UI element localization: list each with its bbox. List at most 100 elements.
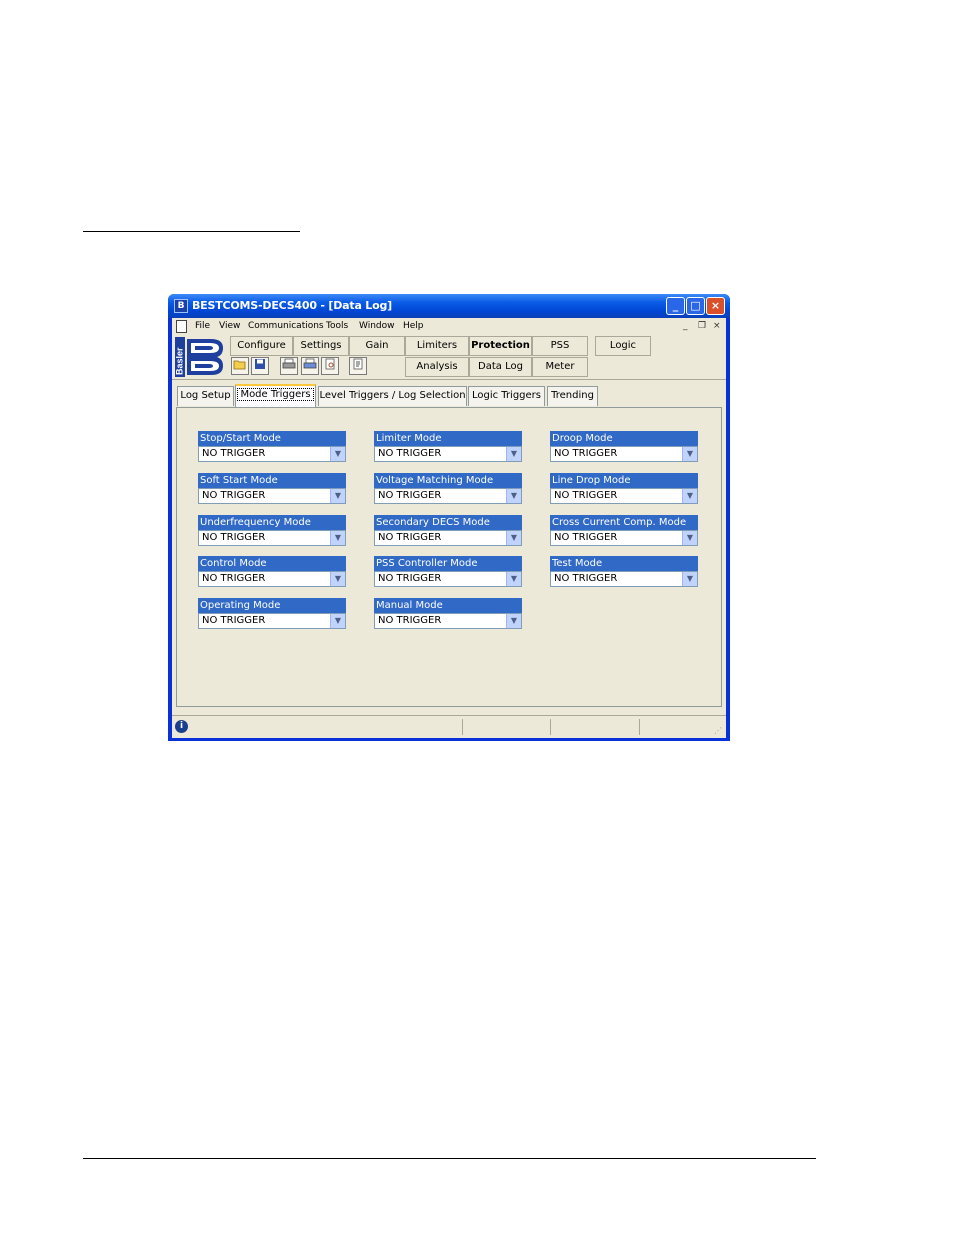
trigger-select[interactable]: NO TRIGGER ▼: [550, 446, 698, 462]
chevron-down-icon[interactable]: ▼: [682, 531, 697, 545]
field-manual-mode: Manual Mode NO TRIGGER ▼: [374, 598, 522, 629]
trigger-select[interactable]: NO TRIGGER ▼: [374, 488, 522, 504]
chevron-down-icon[interactable]: ▼: [506, 572, 521, 586]
nav-logic[interactable]: Logic: [595, 336, 651, 356]
menu-communications[interactable]: Communications: [248, 321, 324, 331]
info-icon[interactable]: i: [175, 720, 188, 733]
app-window: B BESTCOMS-DECS400 - [Data Log] _ □ × Fi…: [168, 294, 730, 741]
nav-protection[interactable]: Protection: [469, 336, 532, 356]
field-label: Control Mode: [198, 556, 346, 571]
field-label: Stop/Start Mode: [198, 431, 346, 446]
field-label: Cross Current Comp. Mode: [550, 515, 698, 530]
notes-icon[interactable]: [349, 357, 367, 375]
document-icon[interactable]: [176, 320, 187, 333]
field-cross-current-comp-mode: Cross Current Comp. Mode NO TRIGGER ▼: [550, 515, 698, 546]
trigger-select[interactable]: NO TRIGGER ▼: [374, 571, 522, 587]
trigger-select[interactable]: NO TRIGGER ▼: [198, 446, 346, 462]
field-underfrequency-mode: Underfrequency Mode NO TRIGGER ▼: [198, 515, 346, 546]
mdi-close-icon[interactable]: ×: [713, 321, 721, 331]
tab-logic-triggers[interactable]: Logic Triggers: [468, 386, 545, 406]
save-icon[interactable]: [251, 357, 269, 375]
nav-configure[interactable]: Configure: [230, 336, 293, 356]
status-divider: [639, 719, 640, 735]
mdi-restore-icon[interactable]: ❐: [698, 321, 706, 331]
trigger-select[interactable]: NO TRIGGER ▼: [550, 571, 698, 587]
client-area: File View Communications Tools Window He…: [172, 318, 726, 738]
trigger-select[interactable]: NO TRIGGER ▼: [198, 488, 346, 504]
open-folder-icon[interactable]: [231, 357, 249, 375]
chevron-down-icon[interactable]: ▼: [330, 531, 345, 545]
field-label: Line Drop Mode: [550, 473, 698, 488]
print-icon[interactable]: [280, 357, 298, 375]
field-label: Secondary DECS Mode: [374, 515, 522, 530]
select-value: NO TRIGGER: [554, 448, 618, 459]
chevron-down-icon[interactable]: ▼: [506, 447, 521, 461]
field-limiter-mode: Limiter Mode NO TRIGGER ▼: [374, 431, 522, 462]
nav-pss[interactable]: PSS: [532, 336, 588, 356]
field-label: Manual Mode: [374, 598, 522, 613]
select-value: NO TRIGGER: [202, 615, 266, 626]
resize-grip-icon[interactable]: ⋰: [714, 726, 724, 736]
nav-data-log[interactable]: Data Log: [469, 357, 532, 377]
tab-mode-triggers[interactable]: Mode Triggers: [235, 384, 316, 407]
select-value: NO TRIGGER: [378, 490, 442, 501]
close-button[interactable]: ×: [706, 297, 725, 315]
chevron-down-icon[interactable]: ▼: [506, 531, 521, 545]
field-operating-mode: Operating Mode NO TRIGGER ▼: [198, 598, 346, 629]
menu-tools[interactable]: Tools: [326, 321, 348, 331]
trigger-select[interactable]: NO TRIGGER ▼: [198, 613, 346, 629]
minimize-button[interactable]: _: [666, 297, 685, 315]
field-label: Underfrequency Mode: [198, 515, 346, 530]
preview-icon[interactable]: [321, 357, 339, 375]
trigger-select[interactable]: NO TRIGGER ▼: [198, 571, 346, 587]
trigger-select[interactable]: NO TRIGGER ▼: [198, 530, 346, 546]
menu-window[interactable]: Window: [359, 321, 395, 331]
trigger-select[interactable]: NO TRIGGER ▼: [374, 613, 522, 629]
select-value: NO TRIGGER: [202, 573, 266, 584]
field-test-mode: Test Mode NO TRIGGER ▼: [550, 556, 698, 587]
menu-view[interactable]: View: [219, 321, 240, 331]
chevron-down-icon[interactable]: ▼: [682, 572, 697, 586]
nav-gain[interactable]: Gain: [349, 336, 405, 356]
menu-file[interactable]: File: [195, 321, 210, 331]
select-value: NO TRIGGER: [202, 490, 266, 501]
chevron-down-icon[interactable]: ▼: [506, 614, 521, 628]
mode-triggers-panel: Stop/Start Mode NO TRIGGER ▼ Limiter Mode…: [176, 407, 722, 707]
field-stop-start-mode: Stop/Start Mode NO TRIGGER ▼: [198, 431, 346, 462]
tab-trending[interactable]: Trending: [547, 386, 598, 406]
nav-analysis[interactable]: Analysis: [405, 357, 469, 377]
select-value: NO TRIGGER: [378, 448, 442, 459]
print-preview-icon[interactable]: [301, 357, 319, 375]
mdi-minimize-icon[interactable]: _: [683, 321, 688, 331]
tab-log-setup[interactable]: Log Setup: [177, 386, 234, 406]
chevron-down-icon[interactable]: ▼: [330, 447, 345, 461]
field-pss-controller-mode: PSS Controller Mode NO TRIGGER ▼: [374, 556, 522, 587]
select-value: NO TRIGGER: [378, 615, 442, 626]
chevron-down-icon[interactable]: ▼: [506, 489, 521, 503]
basler-logo: Basler: [175, 337, 223, 377]
field-soft-start-mode: Soft Start Mode NO TRIGGER ▼: [198, 473, 346, 504]
field-droop-mode: Droop Mode NO TRIGGER ▼: [550, 431, 698, 462]
maximize-button[interactable]: □: [686, 297, 705, 315]
nav-settings[interactable]: Settings: [293, 336, 349, 356]
chevron-down-icon[interactable]: ▼: [682, 489, 697, 503]
chevron-down-icon[interactable]: ▼: [330, 489, 345, 503]
tab-level-triggers[interactable]: Level Triggers / Log Selection: [318, 386, 467, 406]
trigger-select[interactable]: NO TRIGGER ▼: [374, 446, 522, 462]
chevron-down-icon[interactable]: ▼: [330, 572, 345, 586]
select-value: NO TRIGGER: [378, 573, 442, 584]
field-voltage-matching-mode: Voltage Matching Mode NO TRIGGER ▼: [374, 473, 522, 504]
nav-meter[interactable]: Meter: [532, 357, 588, 377]
field-label: PSS Controller Mode: [374, 556, 522, 571]
chevron-down-icon[interactable]: ▼: [682, 447, 697, 461]
trigger-select[interactable]: NO TRIGGER ▼: [374, 530, 522, 546]
trigger-select[interactable]: NO TRIGGER ▼: [550, 488, 698, 504]
menu-help[interactable]: Help: [403, 321, 424, 331]
logo-text: Basler: [175, 347, 185, 375]
title-bar[interactable]: B BESTCOMS-DECS400 - [Data Log] _ □ ×: [168, 294, 730, 318]
nav-limiters[interactable]: Limiters: [405, 336, 469, 356]
chevron-down-icon[interactable]: ▼: [330, 614, 345, 628]
field-label: Limiter Mode: [374, 431, 522, 446]
app-logo-icon[interactable]: B: [174, 299, 188, 313]
trigger-select[interactable]: NO TRIGGER ▼: [550, 530, 698, 546]
